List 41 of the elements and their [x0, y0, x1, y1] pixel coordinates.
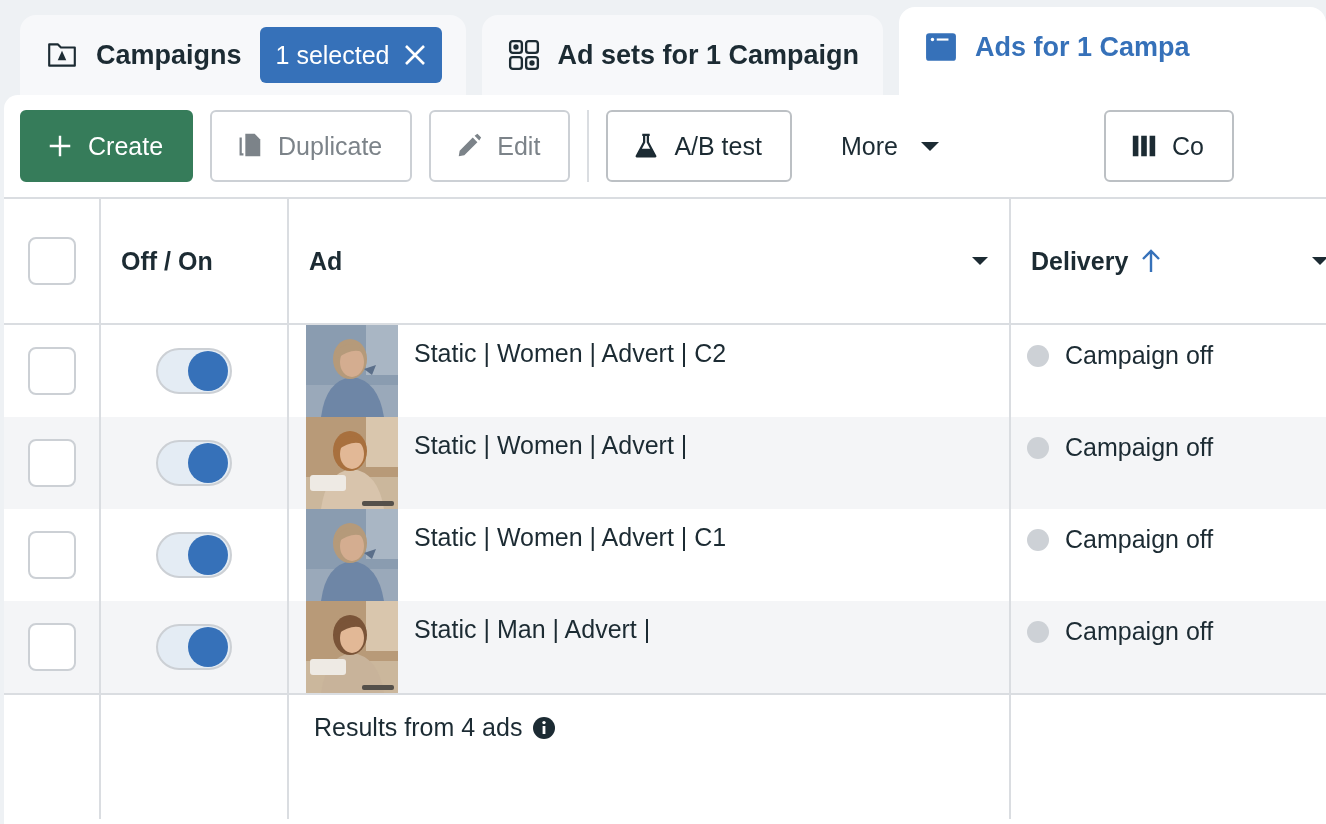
toggle-switch[interactable] — [156, 440, 232, 486]
delivery-status: Campaign off — [1065, 433, 1214, 462]
tab[interactable]: Ads for 1 Campa — [899, 7, 1326, 95]
checkbox[interactable] — [27, 237, 76, 285]
delivery-status: Campaign off — [1065, 617, 1214, 646]
ad-name[interactable]: Static | Women | Advert | C2 — [414, 325, 727, 368]
ad-name[interactable]: Static | Women | Advert | C1 — [414, 509, 727, 552]
info-icon[interactable] — [532, 716, 557, 740]
caret-icon[interactable] — [1311, 255, 1326, 267]
checkbox[interactable] — [27, 623, 76, 671]
tab[interactable]: Campaigns 1 selected — [20, 15, 466, 95]
checkbox[interactable] — [27, 347, 76, 395]
column-header[interactable]: Delivery — [1011, 199, 1326, 325]
selection-chip[interactable]: 1 selected — [259, 27, 442, 83]
tab-label: Ads for 1 Campa — [975, 31, 1190, 63]
caret-icon[interactable] — [971, 255, 989, 267]
tab[interactable]: Ad sets for 1 Campaign — [481, 15, 884, 95]
tab-label: Campaigns — [96, 39, 242, 71]
caret-icon — [919, 140, 940, 152]
checkbox[interactable] — [27, 531, 76, 579]
close-icon[interactable] — [403, 44, 426, 66]
ad-name[interactable]: Static | Man | Advert | — [414, 601, 651, 644]
column-title: Ad — [309, 246, 343, 276]
tab-label: Ad sets for 1 Campaign — [557, 39, 860, 71]
column-header[interactable]: Off / On — [101, 199, 289, 325]
toggle-switch[interactable] — [156, 624, 232, 670]
ad-name[interactable]: Static | Women | Advert | — [414, 417, 688, 460]
column-title: Delivery — [1031, 246, 1129, 276]
grid-icon — [507, 39, 540, 71]
toolbar-button[interactable]: Create — [20, 110, 194, 182]
column-header[interactable]: Ad — [289, 199, 1011, 325]
checkbox[interactable] — [27, 439, 76, 487]
results-summary: Results from 4 ads — [314, 713, 523, 742]
toolbar-button[interactable]: A/B test — [606, 110, 792, 182]
toolbar-button[interactable]: Co — [1103, 110, 1234, 182]
column-title: Off / On — [121, 246, 213, 276]
toggle-switch[interactable] — [156, 348, 232, 394]
toggle-switch[interactable] — [156, 532, 232, 578]
delivery-status: Campaign off — [1065, 341, 1214, 370]
delivery-status: Campaign off — [1065, 525, 1214, 554]
window-icon — [925, 31, 958, 63]
